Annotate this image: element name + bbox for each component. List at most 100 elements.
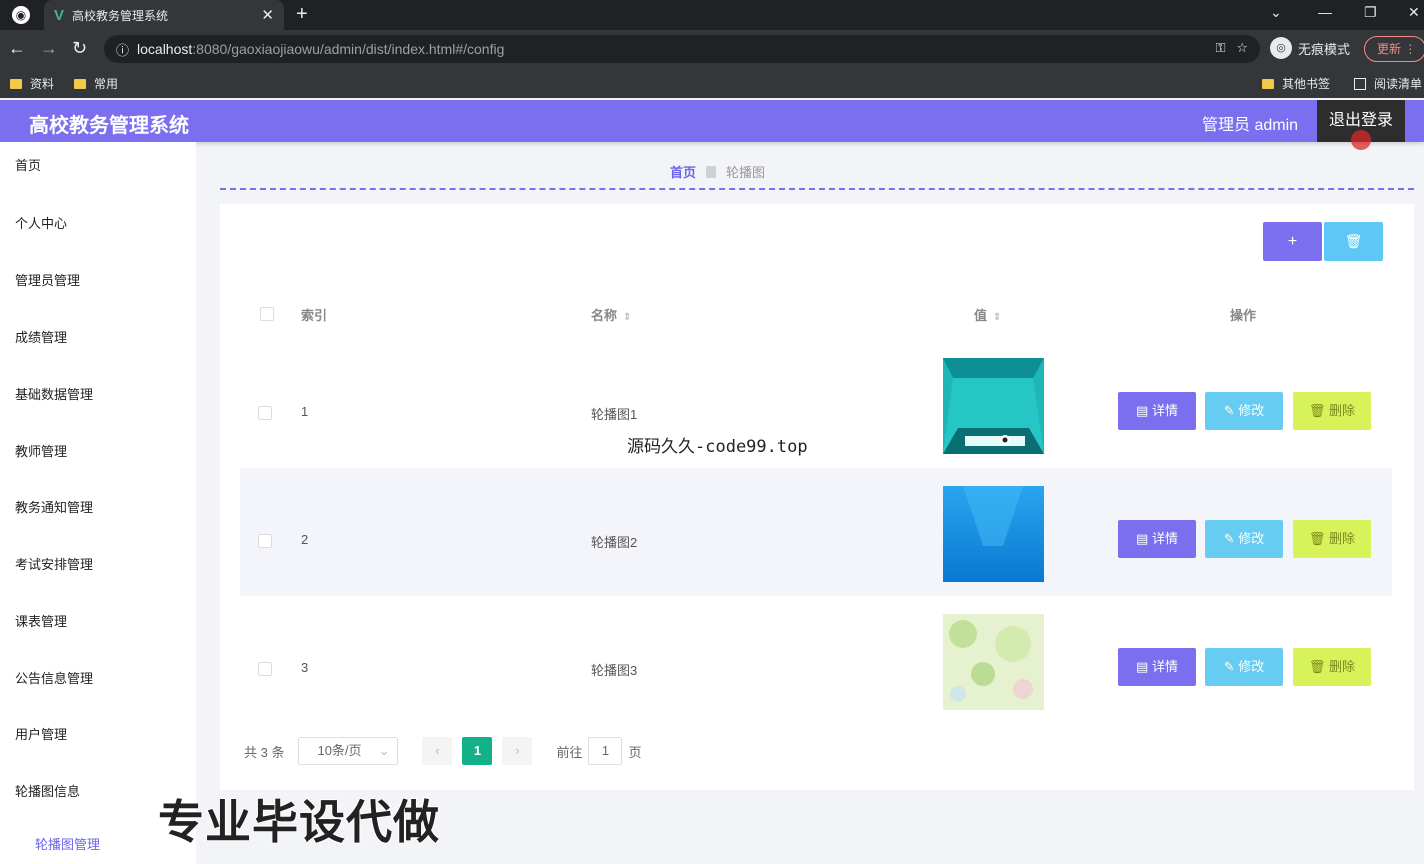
update-button[interactable]: 更新 ⋮	[1364, 36, 1424, 62]
sidebar-item-home[interactable]: 首页	[15, 155, 41, 174]
delete-label: 删除	[1329, 659, 1356, 674]
sidebar-item-notices[interactable]: 教务通知管理	[15, 497, 93, 516]
tab-close-icon[interactable]: ✕	[261, 6, 274, 24]
table-header: 索引 名称 ⇕ 值 ⇕ 操作	[240, 296, 1392, 332]
app-header: 高校教务管理系统 管理员 admin 退出登录	[0, 100, 1424, 142]
col-name-label: 名称	[591, 308, 618, 323]
row-name: 轮播图2	[591, 535, 638, 550]
detail-button[interactable]: ▤ 详情	[1118, 648, 1196, 686]
bookmark-label: 常用	[94, 77, 119, 91]
sidebar-item-schedule[interactable]: 课表管理	[15, 611, 67, 630]
site-info-icon[interactable]: ⓘ	[116, 40, 129, 59]
sidebar-subitem-carousel-manage[interactable]: 轮播图管理	[35, 834, 100, 853]
sidebar-item-carousel[interactable]: 轮播图信息	[15, 781, 80, 800]
edit-label: 修改	[1238, 403, 1265, 418]
breadcrumb: 首页 轮播图	[670, 162, 765, 181]
row-checkbox[interactable]	[258, 534, 272, 548]
trash-icon: 🗑	[1344, 233, 1363, 249]
row-checkbox[interactable]	[258, 662, 272, 676]
reload-icon[interactable]: ↻	[72, 38, 87, 59]
edit-button[interactable]: ✎ 修改	[1205, 520, 1283, 558]
pagination: 共 3 条 10条/页 ⌄ ‹ 1 › 前往 1 页	[244, 736, 642, 766]
browser-tab[interactable]: V 高校教务管理系统 ✕	[44, 0, 284, 30]
other-bookmarks[interactable]: 其他书签	[1262, 75, 1330, 92]
plus-icon: +	[1287, 233, 1298, 250]
bookmark-folder[interactable]: 常用	[74, 75, 118, 92]
detail-button[interactable]: ▤ 详情	[1118, 520, 1196, 558]
tab-title: 高校教务管理系统	[72, 8, 169, 23]
forward-icon[interactable]: →	[40, 38, 58, 59]
browser-tabbar: ◉ V 高校教务管理系统 ✕ + ⌄ — ❐ ✕	[0, 0, 1424, 30]
detail-label: 详情	[1151, 659, 1178, 674]
admin-label: 管理员 admin	[1202, 117, 1299, 134]
delete-button[interactable]: 🗑 删除	[1293, 392, 1371, 430]
sidebar-item-grades[interactable]: 成绩管理	[15, 327, 67, 346]
sort-icon[interactable]: ⇕	[993, 312, 1001, 323]
bookmarks-bar: 资料 常用 其他书签 阅读清单	[0, 68, 1424, 98]
col-index: 索引	[301, 308, 328, 323]
incognito-icon: ◎	[1270, 37, 1292, 59]
overlay-banner: 专业毕设代做	[157, 795, 440, 849]
tab-search-icon[interactable]: ⌄	[1270, 4, 1282, 21]
col-value-label: 值	[974, 308, 988, 323]
row-index: 3	[301, 660, 309, 675]
incognito-label: 无痕模式	[1298, 41, 1351, 57]
edit-button[interactable]: ✎ 修改	[1205, 648, 1283, 686]
restore-icon[interactable]: ❐	[1364, 4, 1377, 21]
sidebar-item-basic-data[interactable]: 基础数据管理	[15, 384, 93, 403]
reading-list-icon	[1354, 77, 1366, 90]
breadcrumb-home[interactable]: 首页	[670, 162, 696, 181]
col-value[interactable]: 值 ⇕	[974, 305, 1001, 324]
row-name: 轮播图3	[591, 663, 638, 678]
table-row: 2 轮播图2 ▤ 详情 ✎ 修改 🗑 删除	[240, 468, 1392, 596]
sidebar: 首页 个人中心 管理员管理 成绩管理 基础数据管理 教师管理 教务通知管理 考试…	[0, 142, 196, 864]
new-tab-icon[interactable]: +	[296, 3, 308, 26]
sidebar-item-exams[interactable]: 考试安排管理	[15, 554, 93, 573]
edit-button[interactable]: ✎ 修改	[1205, 392, 1283, 430]
bookmark-folder[interactable]: 资料	[10, 75, 54, 92]
back-icon[interactable]: ←	[8, 38, 26, 59]
browser-menu-icon[interactable]: ◉	[12, 6, 30, 24]
url-path: :8080/gaoxiaojiaowu/admin/dist/index.htm…	[192, 41, 505, 57]
next-page-button[interactable]: ›	[502, 737, 533, 765]
detail-label: 详情	[1151, 403, 1178, 418]
close-window-icon[interactable]: ✕	[1408, 4, 1420, 21]
page-number-active[interactable]: 1	[462, 737, 493, 765]
sidebar-item-admins[interactable]: 管理员管理	[15, 270, 80, 289]
sidebar-item-announcements[interactable]: 公告信息管理	[15, 668, 93, 687]
folder-icon	[74, 78, 86, 89]
sidebar-item-teachers[interactable]: 教师管理	[15, 441, 67, 460]
delete-button[interactable]: 🗑 删除	[1293, 520, 1371, 558]
sidebar-item-users[interactable]: 用户管理	[15, 724, 67, 743]
reading-list[interactable]: 阅读清单	[1354, 75, 1422, 92]
carousel-thumbnail-image[interactable]	[943, 358, 1044, 454]
key-star-icons[interactable]: ⚿ ☆	[1216, 40, 1248, 56]
prev-page-button[interactable]: ‹	[422, 737, 453, 765]
folder-icon	[10, 78, 22, 89]
url-field[interactable]: ⓘ localhost :8080/gaoxiaojiaowu/admin/di…	[104, 35, 1260, 63]
app-title: 高校教务管理系统	[29, 115, 189, 137]
add-button[interactable]: +	[1263, 222, 1322, 261]
page-size-select[interactable]: 10条/页 ⌄	[298, 737, 399, 765]
carousel-thumbnail-image[interactable]	[943, 614, 1044, 710]
row-index: 1	[301, 404, 309, 419]
breadcrumb-separator-icon	[706, 165, 717, 178]
detail-label: 详情	[1151, 531, 1178, 546]
col-name[interactable]: 名称 ⇕	[591, 305, 631, 324]
sidebar-item-profile[interactable]: 个人中心	[15, 213, 67, 232]
edit-label: 修改	[1238, 659, 1265, 674]
sort-icon[interactable]: ⇕	[623, 312, 631, 323]
row-index: 2	[301, 532, 309, 547]
update-label: 更新	[1377, 42, 1402, 56]
incognito-indicator[interactable]: ◎ 无痕模式	[1270, 37, 1350, 59]
detail-button[interactable]: ▤ 详情	[1118, 392, 1196, 430]
goto-page-input[interactable]: 1	[588, 737, 623, 765]
select-all-checkbox[interactable]	[260, 307, 274, 321]
carousel-thumbnail-image[interactable]	[943, 486, 1044, 582]
minimize-icon[interactable]: —	[1318, 4, 1332, 20]
batch-delete-button[interactable]: 🗑	[1324, 222, 1383, 261]
main-content: 首页 轮播图 + 🗑 索引 名称 ⇕ 值 ⇕ 操作 1 轮播图1 ▤ 详情 ✎ …	[220, 142, 1414, 790]
delete-button[interactable]: 🗑 删除	[1293, 648, 1371, 686]
page-size-value: 10条/页	[317, 743, 362, 758]
row-checkbox[interactable]	[258, 406, 272, 420]
